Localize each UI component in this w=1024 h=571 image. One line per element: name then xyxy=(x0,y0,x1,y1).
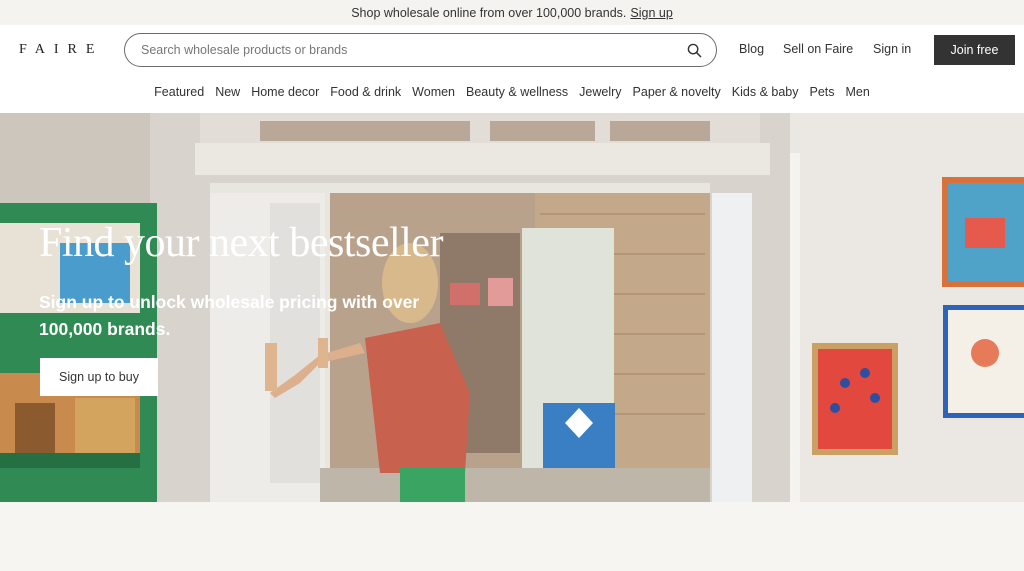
hero-banner: Find your next bestseller Sign up to unl… xyxy=(0,113,1024,502)
content-area xyxy=(0,502,1024,571)
category-home-decor[interactable]: Home decor xyxy=(251,85,319,99)
category-food-drink[interactable]: Food & drink xyxy=(330,85,401,99)
hero-title: Find your next bestseller xyxy=(39,220,443,266)
blog-link[interactable]: Blog xyxy=(739,42,764,56)
category-featured[interactable]: Featured xyxy=(154,85,204,99)
hero-subtitle: Sign up to unlock wholesale pricing with… xyxy=(39,292,420,339)
faire-logo[interactable]: FAIRE xyxy=(19,42,103,58)
site-header: FAIRE Blog Sell on Faire Sign in Join fr… xyxy=(0,25,1024,113)
sign-up-to-buy-button[interactable]: Sign up to buy xyxy=(40,358,158,396)
category-paper-novelty[interactable]: Paper & novelty xyxy=(633,85,721,99)
sell-on-faire-link[interactable]: Sell on Faire xyxy=(783,42,853,56)
category-jewelry[interactable]: Jewelry xyxy=(579,85,621,99)
search-icon[interactable] xyxy=(687,43,702,58)
category-men[interactable]: Men xyxy=(846,85,870,99)
category-beauty-wellness[interactable]: Beauty & wellness xyxy=(466,85,568,99)
category-nav: Featured New Home decor Food & drink Wom… xyxy=(0,85,1024,99)
category-kids-baby[interactable]: Kids & baby xyxy=(732,85,799,99)
promo-banner: Shop wholesale online from over 100,000 … xyxy=(0,0,1024,25)
promo-signup-link[interactable]: Sign up xyxy=(630,6,672,20)
search-input[interactable] xyxy=(141,34,671,66)
search-bar[interactable] xyxy=(124,33,717,67)
category-new[interactable]: New xyxy=(215,85,240,99)
category-pets[interactable]: Pets xyxy=(810,85,835,99)
sign-in-link[interactable]: Sign in xyxy=(873,42,911,56)
promo-text: Shop wholesale online from over 100,000 … xyxy=(351,5,627,20)
category-women[interactable]: Women xyxy=(412,85,455,99)
join-free-button[interactable]: Join free xyxy=(934,35,1015,65)
